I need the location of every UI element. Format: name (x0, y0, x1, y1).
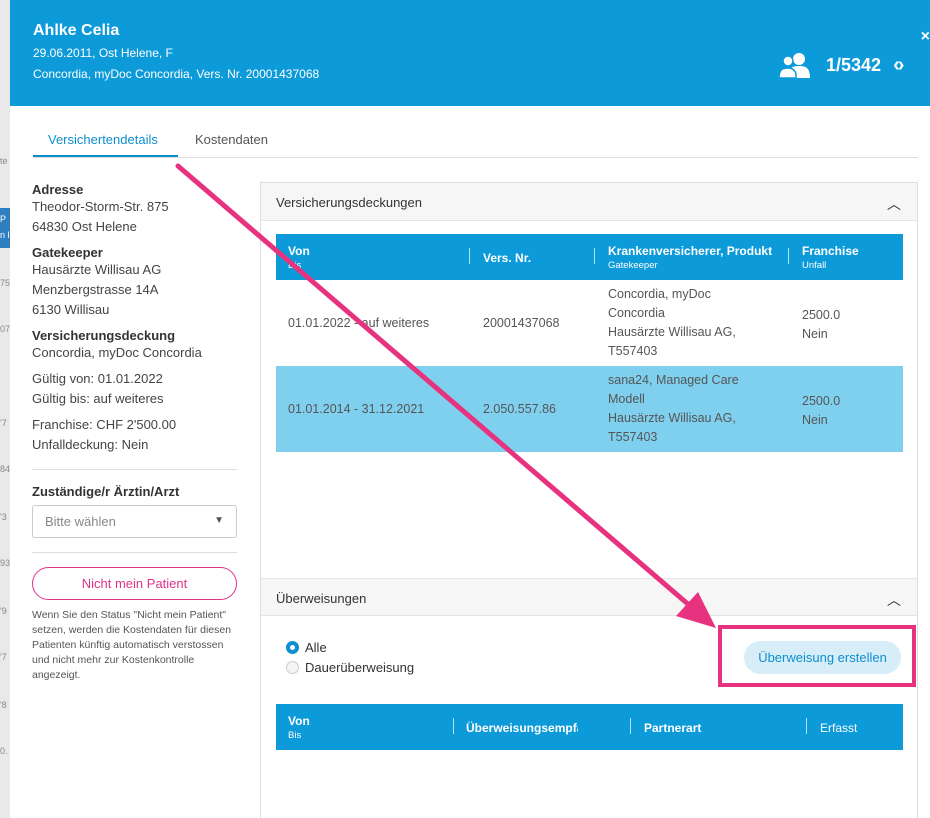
background-text: 0. (0, 746, 8, 756)
coverages-header[interactable]: Versicherungsdeckungen ︿ (261, 183, 917, 221)
column-separator (806, 718, 807, 734)
chevron-down-icon: ▼ (214, 515, 224, 526)
background-text: P (0, 214, 7, 224)
background-text: 75 (0, 278, 11, 288)
col-recipient: Überweisungsempfänger (466, 721, 578, 735)
col-franchise: Franchise Unfall (802, 244, 859, 271)
patient-modal: Ahlke Celia 29.06.2011, Ost Helene, F Co… (10, 0, 930, 818)
main-panel: Versicherungsdeckungen ︿ Von Bis Vers. Nr… (260, 182, 918, 818)
coverage-product: Concordia, myDoc Concordia Hausärzte Wil… (608, 287, 736, 358)
column-separator (630, 718, 631, 734)
col-vers-nr: Vers. Nr. (483, 251, 532, 265)
prev-next-icon[interactable]: ‹› (893, 54, 904, 77)
address-street: Theodor-Storm-Str. 875 (32, 199, 169, 214)
tab-bar: Versichertendetails Kostendaten (33, 124, 918, 158)
patient-birth-info: 29.06.2011, Ost Helene, F (33, 46, 173, 60)
coverage-franchise: 2500.0 Nein (802, 394, 841, 427)
coverage-nr: 2.050.557.86 (483, 402, 556, 416)
chevron-up-icon[interactable]: ︿ (887, 194, 901, 214)
background-text: '8 (0, 700, 7, 710)
gatekeeper-name: Hausärzte Willisau AG (32, 262, 162, 277)
address-label: Adresse (32, 182, 84, 197)
patient-insurance-info: Concordia, myDoc Concordia, Vers. Nr. 20… (33, 67, 320, 81)
users-icon (778, 53, 810, 78)
filter-all-label: Alle (305, 640, 327, 655)
referrals-table-header: VonBis Überweisungsempfänger Partnerart … (276, 704, 903, 750)
tab-kostendaten[interactable]: Kostendaten (195, 132, 268, 147)
doctor-label: Zuständige/r Ärztin/Arzt (32, 484, 180, 499)
valid-from: Gültig von: 01.01.2022 (32, 371, 163, 386)
coverage-row-selected[interactable]: 01.01.2014 - 31.12.2021 2.050.557.86 san… (276, 366, 903, 452)
not-my-patient-button[interactable]: Nicht mein Patient (32, 567, 237, 600)
coverage-period: 01.01.2014 - 31.12.2021 (288, 402, 425, 416)
address-city: 64830 Ost Helene (32, 219, 137, 234)
referrals-header[interactable]: Überweisungen ︿ (261, 578, 917, 616)
col-product: Krankenversicherer, Produkt Gatekeeper (608, 244, 773, 271)
background-text: '7 (0, 418, 7, 428)
coverage-label: Versicherungsdeckung (32, 328, 176, 343)
patient-name: Ahlke Celia (33, 22, 120, 39)
chevron-up-icon[interactable]: ︿ (887, 590, 901, 610)
accident-coverage: Unfalldeckung: Nein (32, 437, 149, 452)
col-erfasst: Erfasst (820, 721, 858, 735)
coverage-value: Concordia, myDoc Concordia (32, 345, 202, 360)
patient-counter: 1/5342 ‹› (778, 52, 904, 78)
background-text: 07 (0, 324, 11, 334)
background-text: '9 (0, 606, 7, 616)
filter-permanent-radio[interactable]: Dauerüberweisung (286, 660, 414, 675)
coverages-title: Versicherungsdeckungen (276, 195, 422, 210)
column-separator (788, 248, 789, 264)
coverages-table-header: Von Bis Vers. Nr. Krankenversicherer, Pro… (276, 234, 903, 280)
coverage-nr: 20001437068 (483, 316, 560, 330)
not-my-patient-note: Wenn Sie den Status "Nicht mein Patient"… (32, 609, 232, 681)
column-separator (594, 248, 595, 264)
background-text: 93 (0, 558, 11, 568)
gatekeeper-city: 6130 Willisau (32, 302, 110, 317)
divider (32, 552, 237, 553)
col-von: Von Bis (288, 714, 310, 741)
background-app-strip: te P n l 75 07 '7 84 '3 93 '9 '7 '8 0. (0, 0, 10, 818)
divider (32, 469, 237, 470)
coverage-row[interactable]: 01.01.2022 - auf weiteres 20001437068 Co… (276, 280, 903, 366)
referrals-title: Überweisungen (276, 591, 367, 606)
coverage-period: 01.01.2022 - auf weiteres (288, 316, 430, 330)
tab-versichertendetails[interactable]: Versichertendetails (48, 132, 158, 147)
patient-header: Ahlke Celia 29.06.2011, Ost Helene, F Co… (10, 0, 930, 106)
doctor-select-placeholder: Bitte wählen (45, 514, 116, 529)
background-text: n l (0, 230, 10, 240)
filter-all-radio[interactable]: Alle (286, 640, 327, 655)
coverage-franchise: 2500.0 Nein (802, 308, 841, 341)
background-selected-item: P n l (0, 208, 10, 248)
col-von: Von Bis (288, 244, 310, 271)
valid-to: Gültig bis: auf weiteres (32, 391, 164, 406)
annotation-highlight-box (718, 625, 916, 687)
background-text: '7 (0, 652, 7, 662)
franchise-value: Franchise: CHF 2'500.00 (32, 417, 177, 432)
background-text: 84 (0, 464, 11, 474)
column-separator (453, 718, 454, 734)
radio-selected-icon (286, 641, 299, 654)
filter-permanent-label: Dauerüberweisung (305, 660, 415, 675)
patient-count: 1/5342 (826, 54, 882, 75)
col-partnerart: Partnerart (644, 721, 702, 735)
radio-unselected-icon (286, 661, 299, 674)
column-separator (469, 248, 470, 264)
doctor-select[interactable]: Bitte wählen ▼ (32, 505, 237, 538)
active-tab-indicator (33, 155, 178, 157)
background-text: te (0, 156, 8, 166)
gatekeeper-street: Menzbergstrasse 14A (32, 282, 159, 297)
background-text: '3 (0, 512, 7, 522)
insured-details: Adresse Theodor-Storm-Str. 875 64830 Ost… (32, 182, 237, 683)
coverage-product: sana24, Managed Care Modell Hausärzte Wi… (608, 373, 739, 444)
close-icon[interactable]: × (921, 28, 930, 46)
gatekeeper-label: Gatekeeper (32, 245, 103, 260)
